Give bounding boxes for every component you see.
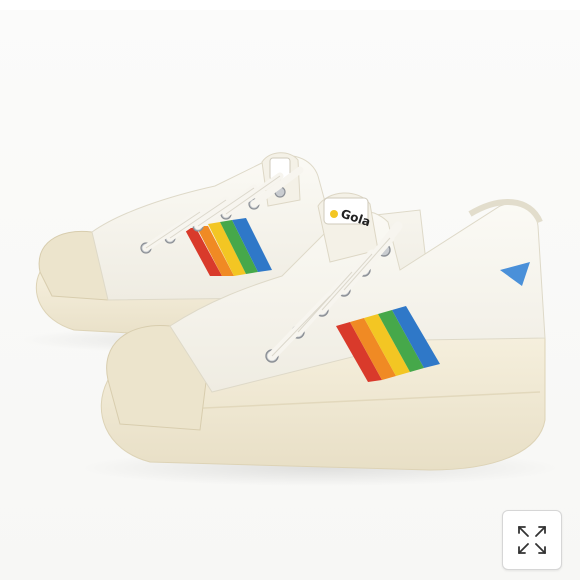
expand-arrows-icon xyxy=(518,526,546,554)
product-photo-frame: Gola xyxy=(0,0,580,580)
sneaker-pair-image: Gola xyxy=(20,152,560,486)
expand-image-button[interactable] xyxy=(502,510,562,570)
